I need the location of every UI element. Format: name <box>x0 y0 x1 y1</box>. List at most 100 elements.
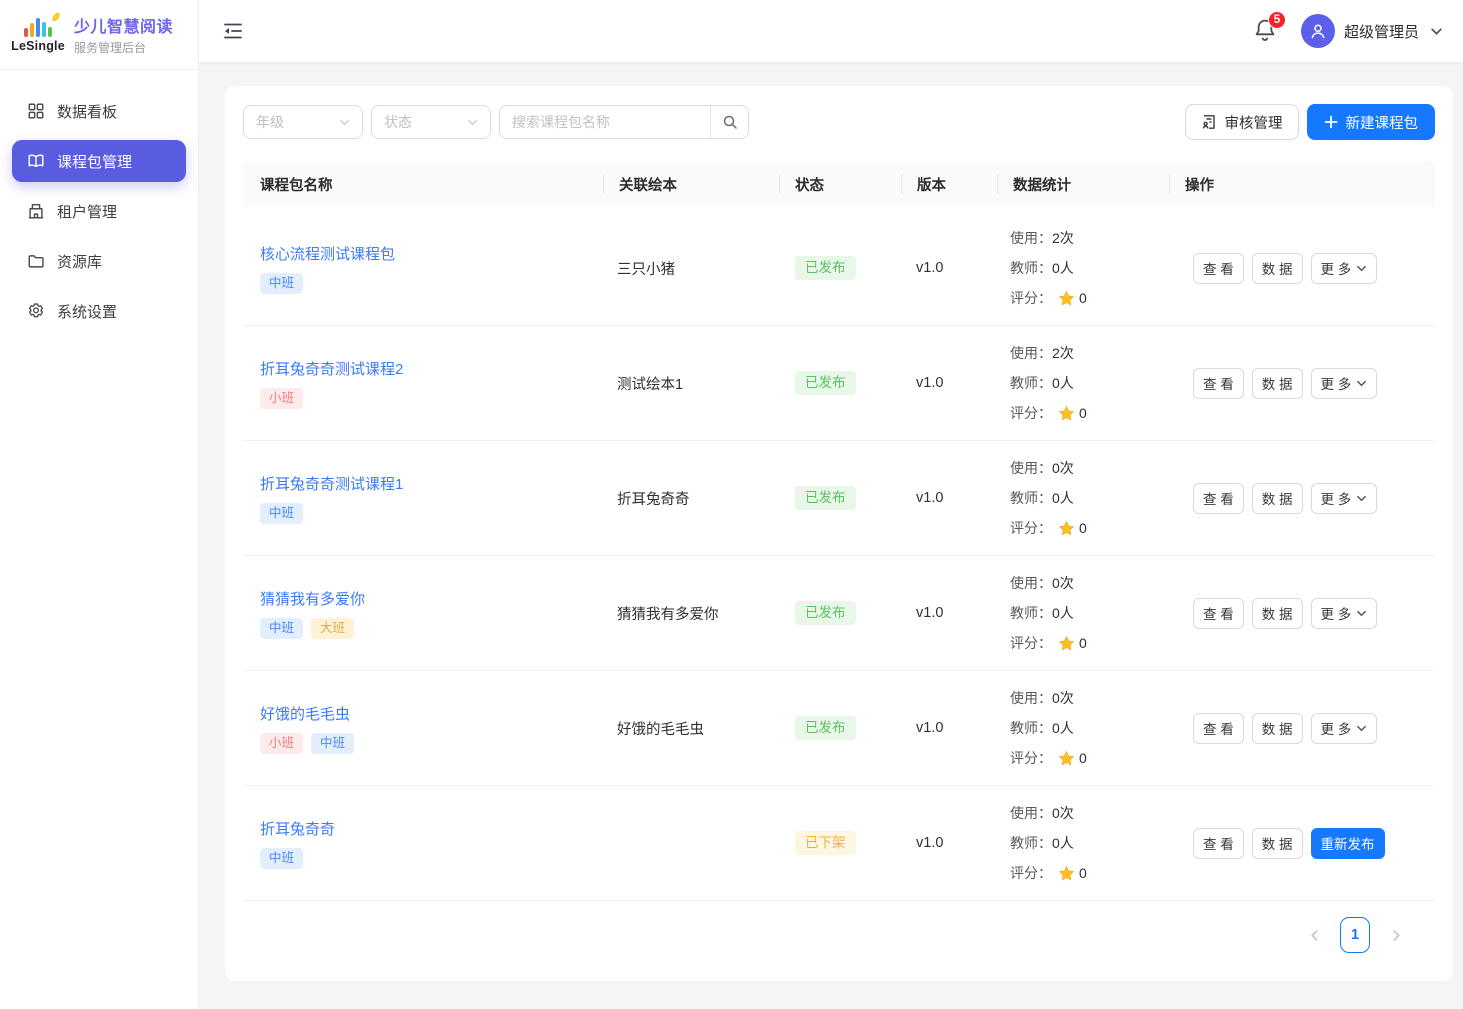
table-row: 好饿的毛毛虫 小班 中班 好饿的毛毛虫 已发布 v1.0 使用：0次 教师：0人… <box>243 671 1435 786</box>
grade-tag: 大班 <box>311 618 354 639</box>
picbook-name: 好饿的毛毛虫 <box>603 718 779 739</box>
course-package-link[interactable]: 好饿的毛毛虫 <box>260 703 350 724</box>
usage-label: 使用： <box>1010 573 1052 593</box>
version-value: v1.0 <box>901 375 997 391</box>
page-number[interactable]: 1 <box>1340 917 1370 953</box>
more-button[interactable]: 更 多 <box>1311 483 1378 514</box>
pagination: 1 <box>243 917 1435 953</box>
sidebar-item-resources[interactable]: 资源库 <box>12 240 186 282</box>
create-package-button[interactable]: 新建课程包 <box>1307 104 1436 140</box>
grade-tag: 中班 <box>260 273 303 294</box>
table-header: 课程包名称 关联绘本 状态 版本 数据统计 操作 <box>243 161 1435 207</box>
next-page-icon[interactable] <box>1383 922 1409 948</box>
star-icon <box>1058 290 1075 307</box>
audit-icon <box>1201 114 1217 130</box>
view-button[interactable]: 查 看 <box>1193 253 1244 284</box>
rating-label: 评分： <box>1010 288 1052 308</box>
rating-label: 评分： <box>1010 748 1052 768</box>
data-button[interactable]: 数 据 <box>1252 828 1303 859</box>
teachers-value: 0人 <box>1052 488 1074 508</box>
chevron-down-icon <box>1356 723 1367 734</box>
chevron-down-icon <box>1356 493 1367 504</box>
picbook-name: 折耳兔奇奇 <box>603 488 779 509</box>
star-icon <box>1058 865 1075 882</box>
table-body: 核心流程测试课程包 中班 三只小猪 已发布 v1.0 使用：2次 教师：0人 评… <box>243 211 1435 901</box>
republish-button[interactable]: 重新发布 <box>1311 828 1385 859</box>
teachers-label: 教师： <box>1010 373 1052 393</box>
sidebar-item-dashboard[interactable]: 数据看板 <box>12 90 186 132</box>
more-button[interactable]: 更 多 <box>1311 368 1378 399</box>
status-select-value: 状态 <box>384 112 412 132</box>
grade-tag: 中班 <box>311 733 354 754</box>
star-icon <box>1058 520 1075 537</box>
status-badge: 已发布 <box>795 371 856 396</box>
data-button[interactable]: 数 据 <box>1252 253 1303 284</box>
status-badge: 已发布 <box>795 716 856 741</box>
review-management-button[interactable]: 审核管理 <box>1185 104 1299 140</box>
sidebar-item-settings[interactable]: 系统设置 <box>12 290 186 332</box>
sidebar-item-course-packages[interactable]: 课程包管理 <box>12 140 186 182</box>
view-button[interactable]: 查 看 <box>1193 713 1244 744</box>
teachers-label: 教师： <box>1010 718 1052 738</box>
chevron-down-icon <box>1356 608 1367 619</box>
view-button[interactable]: 查 看 <box>1193 598 1244 629</box>
view-button[interactable]: 查 看 <box>1193 828 1244 859</box>
picbook-name: 猜猜我有多爱你 <box>603 603 779 624</box>
main-content: 年级 状态 <box>199 62 1463 1009</box>
sidebar-item-label: 数据看板 <box>57 101 117 122</box>
grade-select[interactable]: 年级 <box>243 105 363 139</box>
status-select[interactable]: 状态 <box>371 105 491 139</box>
table-row: 核心流程测试课程包 中班 三只小猪 已发布 v1.0 使用：2次 教师：0人 评… <box>243 211 1435 326</box>
logo-text: LeSingle <box>11 39 65 53</box>
grade-tag: 中班 <box>260 618 303 639</box>
course-package-link[interactable]: 核心流程测试课程包 <box>260 243 395 264</box>
more-label: 更 多 <box>1321 488 1352 508</box>
sidebar-collapse-icon[interactable] <box>221 19 245 43</box>
sidebar-item-label: 租户管理 <box>57 201 117 222</box>
prev-page-icon[interactable] <box>1301 922 1327 948</box>
grade-tag: 小班 <box>260 733 303 754</box>
brand-logo: LeSingle 少儿智慧阅读 服务管理后台 <box>0 0 198 70</box>
more-button[interactable]: 更 多 <box>1311 253 1378 284</box>
view-button[interactable]: 查 看 <box>1193 368 1244 399</box>
data-button[interactable]: 数 据 <box>1252 368 1303 399</box>
notification-badge: 5 <box>1268 11 1286 29</box>
search-input[interactable] <box>500 106 710 138</box>
course-package-panel: 年级 状态 <box>225 86 1453 981</box>
version-value: v1.0 <box>901 835 997 851</box>
star-icon <box>1058 750 1075 767</box>
open-book-icon <box>27 152 45 170</box>
usage-label: 使用： <box>1010 688 1052 708</box>
status-badge: 已发布 <box>795 601 856 626</box>
stats-cell: 使用：0次 教师：0人 评分：0 <box>997 798 1169 888</box>
rating-label: 评分： <box>1010 403 1052 423</box>
user-menu[interactable]: 超级管理员 <box>1301 14 1443 48</box>
sidebar-item-tenants[interactable]: 租户管理 <box>12 190 186 232</box>
teachers-value: 0人 <box>1052 718 1074 738</box>
more-button[interactable]: 更 多 <box>1311 598 1378 629</box>
rating-value: 0 <box>1079 290 1087 306</box>
course-package-link[interactable]: 折耳兔奇奇测试课程2 <box>260 358 403 379</box>
view-button[interactable]: 查 看 <box>1193 483 1244 514</box>
search-button[interactable] <box>710 106 748 138</box>
course-package-link[interactable]: 猜猜我有多爱你 <box>260 588 365 609</box>
data-button[interactable]: 数 据 <box>1252 483 1303 514</box>
notification-bell[interactable]: 5 <box>1253 18 1277 44</box>
course-package-link[interactable]: 折耳兔奇奇测试课程1 <box>260 473 403 494</box>
more-button[interactable]: 更 多 <box>1311 713 1378 744</box>
teachers-label: 教师： <box>1010 488 1052 508</box>
more-label: 更 多 <box>1321 258 1352 278</box>
stats-cell: 使用：2次 教师：0人 评分：0 <box>997 223 1169 313</box>
stats-cell: 使用：0次 教师：0人 评分：0 <box>997 453 1169 543</box>
sidebar-menu: 数据看板 课程包管理 租户管理 <box>0 70 198 332</box>
rating-value: 0 <box>1079 520 1087 536</box>
usage-label: 使用： <box>1010 458 1052 478</box>
app-title: 少儿智慧阅读 <box>74 13 173 37</box>
sidebar-item-label: 系统设置 <box>57 301 117 322</box>
data-button[interactable]: 数 据 <box>1252 598 1303 629</box>
usage-label: 使用： <box>1010 228 1052 248</box>
building-icon <box>27 202 45 220</box>
data-button[interactable]: 数 据 <box>1252 713 1303 744</box>
course-package-link[interactable]: 折耳兔奇奇 <box>260 818 335 839</box>
more-label: 更 多 <box>1321 718 1352 738</box>
